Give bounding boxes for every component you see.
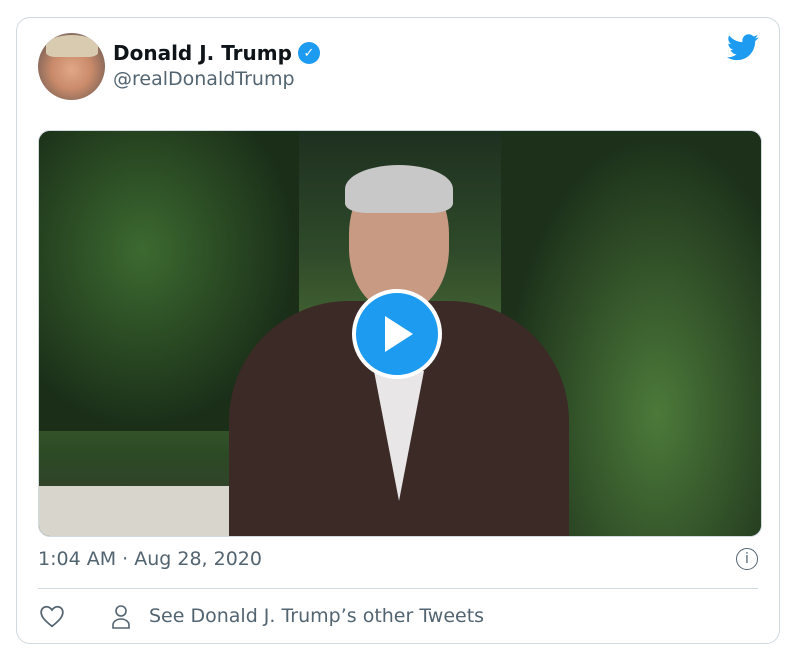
author-handle[interactable]: @realDonaldTrump (113, 68, 295, 90)
tweet-timestamp[interactable]: 1:04 AM · Aug 28, 2020 (38, 548, 262, 570)
author-name-row[interactable]: Donald J. Trump ✓ (113, 41, 320, 65)
author-name[interactable]: Donald J. Trump (113, 41, 292, 65)
avatar[interactable] (38, 33, 105, 100)
see-other-tweets-link[interactable]: See Donald J. Trump’s other Tweets (149, 605, 484, 627)
person-icon[interactable] (109, 604, 133, 634)
divider (38, 588, 758, 589)
play-button[interactable] (352, 289, 442, 379)
info-icon[interactable]: i (736, 548, 758, 570)
twitter-bird-icon[interactable] (727, 34, 759, 65)
video-player[interactable] (38, 130, 762, 537)
heart-icon[interactable] (39, 604, 65, 632)
play-icon (385, 316, 413, 352)
tweet-card: Donald J. Trump ✓ @realDonaldTrump 1:04 … (16, 17, 780, 644)
verified-badge-icon: ✓ (297, 42, 320, 64)
